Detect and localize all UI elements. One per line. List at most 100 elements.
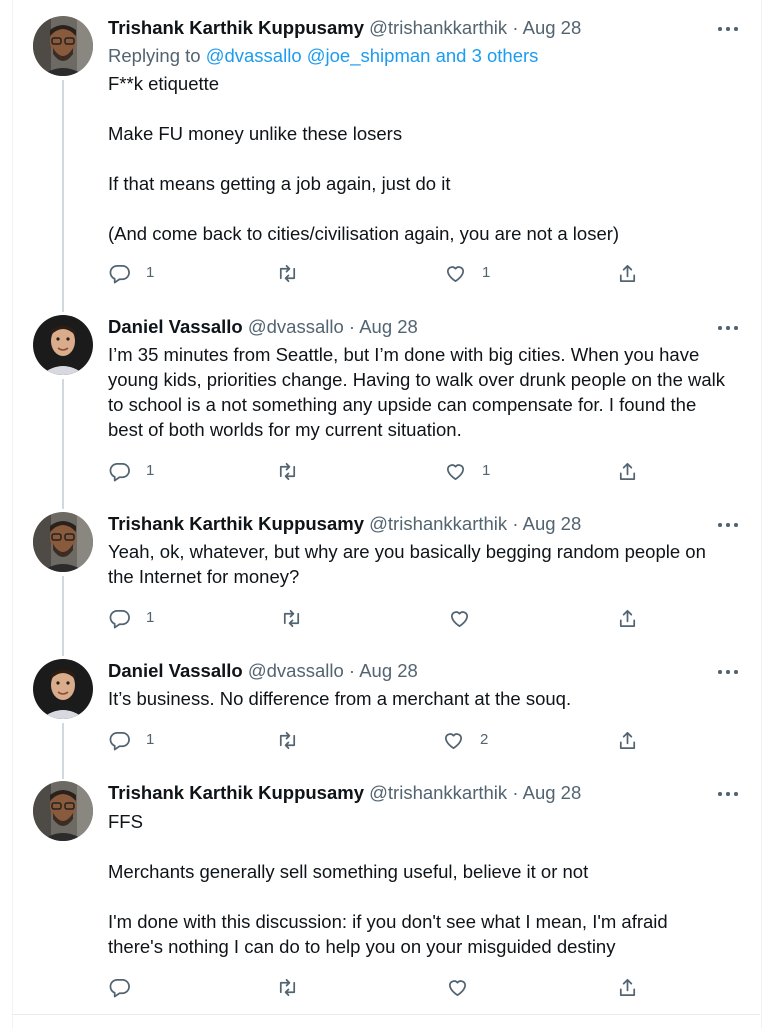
tweet-header: Daniel Vassallo @dvassallo · Aug 28 [108, 315, 418, 339]
share-icon [619, 462, 636, 480]
tweet-line: I'm done with this discussion: if you do… [108, 911, 668, 932]
reply-count: 1 [146, 462, 155, 479]
tweet[interactable]: Daniel Vassallo @dvassallo · Aug 28 I’m … [12, 315, 760, 509]
tweet-paragraph: F**k etiquette [108, 73, 220, 94]
reply-count: 1 [146, 264, 155, 281]
like-button[interactable]: 2 [442, 728, 488, 752]
avatar-trishank [33, 16, 93, 76]
avatar[interactable] [33, 659, 93, 719]
retweet-button[interactable] [276, 459, 314, 483]
avatar[interactable] [33, 315, 93, 375]
author-name[interactable]: Trishank Karthik Kuppusamy [108, 782, 364, 803]
retweet-button[interactable] [276, 728, 314, 752]
more-icon[interactable] [716, 315, 740, 339]
like-button[interactable]: 1 [444, 261, 490, 285]
thread-line [62, 379, 64, 509]
more-icon[interactable] [716, 512, 740, 536]
tweet[interactable]: Trishank Karthik Kuppusamy @trishankkart… [12, 781, 760, 1011]
retweet-button[interactable] [276, 261, 314, 285]
tweet-actions [108, 975, 648, 999]
tweet-date[interactable]: Aug 28 [359, 660, 418, 681]
reply-count: 1 [146, 731, 155, 748]
more-icon[interactable] [716, 781, 740, 805]
separator: · [348, 316, 356, 337]
like-button[interactable]: 1 [444, 459, 490, 483]
author-name[interactable]: Trishank Karthik Kuppusamy [108, 513, 364, 534]
heart-icon [448, 979, 467, 996]
tweet-text: It’s business. No difference from a merc… [108, 686, 748, 711]
avatar-trishank [33, 512, 93, 572]
author-handle[interactable]: @dvassallo [248, 660, 344, 681]
tweet-line: the Internet for money? [108, 566, 300, 587]
reply-icon [109, 731, 130, 750]
retweet-icon [279, 978, 296, 996]
tweet-text: Yeah, ok, whatever, but why are you basi… [108, 539, 748, 589]
tweet-text: F**k etiquette Make FU money unlike thes… [108, 71, 748, 246]
author-name[interactable]: Daniel Vassallo [108, 660, 243, 681]
retweet-button[interactable] [280, 606, 318, 630]
retweet-icon [283, 609, 300, 627]
avatar[interactable] [33, 16, 93, 76]
share-icon [619, 264, 636, 282]
avatar-daniel [33, 659, 93, 719]
author-handle[interactable]: @trishankkarthik [369, 513, 507, 534]
separator: · [512, 17, 519, 38]
share-button[interactable] [616, 459, 639, 483]
avatar-daniel [33, 315, 93, 375]
reply-button[interactable]: 1 [108, 459, 154, 483]
tweet-line: It’s business. No difference from a merc… [108, 688, 572, 709]
author-name[interactable]: Daniel Vassallo [108, 316, 243, 337]
like-button[interactable] [448, 606, 486, 630]
reply-button[interactable] [108, 975, 146, 999]
tweet-date[interactable]: Aug 28 [359, 316, 418, 337]
heart-icon [446, 463, 465, 480]
tweet-date[interactable]: Aug 28 [523, 513, 582, 534]
tweet-line: there's nothing I can do to help you on … [108, 936, 616, 957]
share-button[interactable] [616, 728, 639, 752]
reply-icon [109, 462, 130, 481]
author-handle[interactable]: @trishankkarthik [369, 17, 507, 38]
share-icon [619, 609, 636, 627]
replying-to: Replying to @dvassallo @joe_shipman and … [108, 44, 538, 68]
like-count: 2 [480, 731, 489, 748]
share-button[interactable] [616, 261, 639, 285]
avatar[interactable] [33, 512, 93, 572]
thread-line [62, 80, 64, 312]
tweet-actions: 1 [108, 606, 648, 630]
avatar[interactable] [33, 781, 93, 841]
tweet-text: FFS Merchants generally sell something u… [108, 809, 748, 959]
share-button[interactable] [616, 606, 639, 630]
tweet-header: Trishank Karthik Kuppusamy @trishankkart… [108, 512, 581, 536]
tweet[interactable]: Trishank Karthik Kuppusamy @trishankkart… [12, 512, 760, 656]
tweet-paragraph: Make FU money unlike these losers [108, 123, 403, 144]
tweet-date[interactable]: Aug 28 [523, 782, 582, 803]
tweet[interactable]: Trishank Karthik Kuppusamy @trishankkart… [12, 16, 760, 312]
reply-icon [109, 978, 130, 997]
share-icon [619, 978, 636, 996]
thread-line [62, 723, 64, 779]
tweet-header: Daniel Vassallo @dvassallo · Aug 28 [108, 659, 418, 683]
tweet[interactable]: Daniel Vassallo @dvassallo · Aug 28 It’s… [12, 659, 760, 779]
divider [12, 1014, 760, 1015]
tweet-line: to school is a not something any upside … [108, 394, 697, 415]
replying-to-links[interactable]: @dvassallo @joe_shipman and 3 others [206, 45, 539, 66]
author-handle[interactable]: @trishankkarthik [369, 782, 507, 803]
heart-icon [444, 732, 463, 749]
reply-button[interactable]: 1 [108, 728, 154, 752]
reply-button[interactable]: 1 [108, 606, 154, 630]
like-button[interactable] [446, 975, 484, 999]
more-icon[interactable] [716, 659, 740, 683]
reply-button[interactable]: 1 [108, 261, 154, 285]
author-name[interactable]: Trishank Karthik Kuppusamy [108, 17, 364, 38]
share-button[interactable] [616, 975, 639, 999]
like-count: 1 [482, 462, 491, 479]
tweet-header: Trishank Karthik Kuppusamy @trishankkart… [108, 16, 581, 40]
tweet-header: Trishank Karthik Kuppusamy @trishankkart… [108, 781, 581, 805]
tweet-line: FFS [108, 811, 143, 832]
heart-icon [450, 610, 469, 627]
like-count: 1 [482, 264, 491, 281]
retweet-button[interactable] [276, 975, 314, 999]
tweet-date[interactable]: Aug 28 [523, 17, 582, 38]
more-icon[interactable] [716, 16, 740, 40]
author-handle[interactable]: @dvassallo [248, 316, 344, 337]
